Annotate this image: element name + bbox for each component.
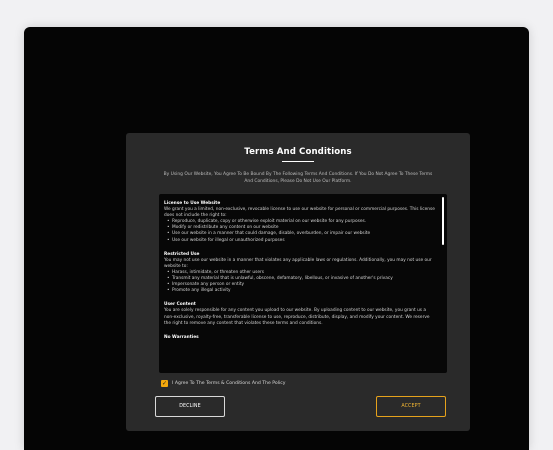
accept-button[interactable]: ACCEPT bbox=[376, 396, 446, 417]
terms-bullet-item: Use our website for illegal or unauthori… bbox=[167, 238, 437, 244]
check-icon: ✓ bbox=[161, 379, 168, 387]
terms-section-heading: No Warranties bbox=[164, 334, 199, 340]
terms-paragraph: You may not use our website in a manner … bbox=[164, 257, 432, 269]
agree-row[interactable]: ✓ I Agree To The Terms & Conditions And … bbox=[161, 379, 286, 387]
app-window: Terms And Conditions By Using Our Websit… bbox=[24, 27, 529, 450]
agree-label: I Agree To The Terms & Conditions And Th… bbox=[172, 380, 286, 386]
terms-bullet-list: Harass, intimidate, or threaten other us… bbox=[164, 270, 437, 294]
modal-title: Terms And Conditions bbox=[244, 147, 352, 157]
terms-content: License to Use Website We grant you a lim… bbox=[159, 194, 447, 355]
terms-paragraph: You are solely responsible for any conte… bbox=[164, 308, 430, 326]
decline-button[interactable]: DECLINE bbox=[155, 396, 225, 417]
agree-checkbox[interactable]: ✓ bbox=[161, 379, 168, 387]
terms-section: License to Use Website We grant you a lim… bbox=[164, 201, 437, 244]
terms-section: User Content You are solely responsible f… bbox=[164, 302, 437, 326]
terms-bullet-list: Reproduce, duplicate, copy or otherwise … bbox=[164, 219, 437, 243]
terms-bullet-item: Promote any illegal activity bbox=[167, 288, 437, 294]
scrollbar-thumb[interactable] bbox=[442, 197, 444, 245]
terms-section: Restricted Use You may not use our websit… bbox=[164, 252, 437, 295]
terms-scroll-area[interactable]: License to Use Website We grant you a lim… bbox=[159, 194, 447, 373]
modal-subtitle: By Using Our Website, You Agree To Be Bo… bbox=[163, 172, 433, 185]
terms-modal: Terms And Conditions By Using Our Websit… bbox=[126, 133, 470, 431]
terms-paragraph: We grant you a limited, non-exclusive, r… bbox=[164, 207, 435, 219]
title-underline bbox=[282, 161, 314, 162]
terms-section: No Warranties bbox=[164, 335, 437, 341]
